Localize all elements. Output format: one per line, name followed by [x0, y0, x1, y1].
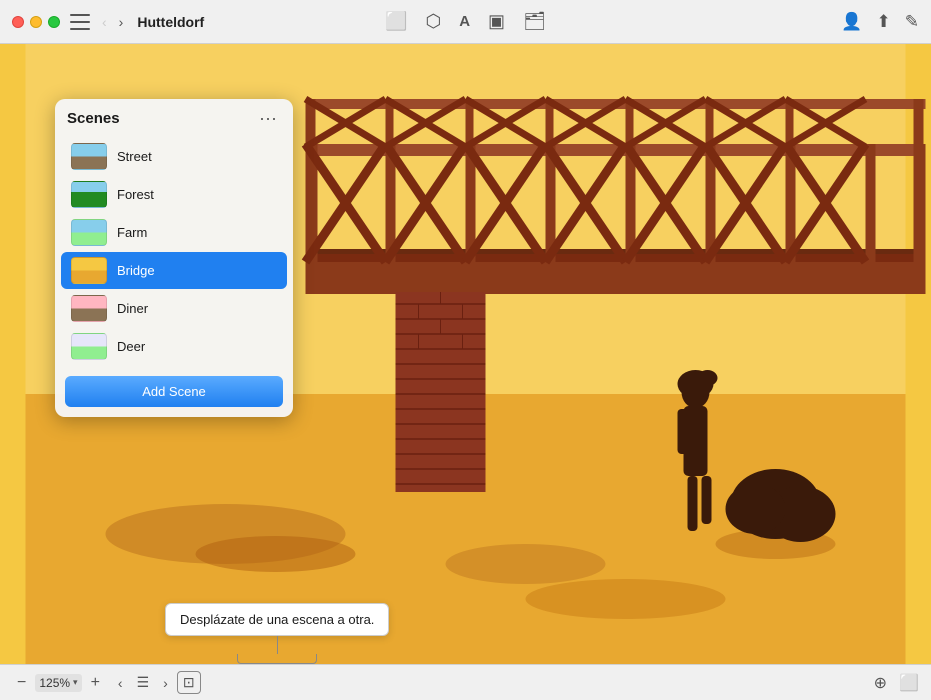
tooltip-container: Desplázate de una escena a otra.: [165, 603, 389, 664]
back-arrow-icon[interactable]: ‹: [98, 12, 111, 32]
nav-controls: ‹ ☰ › ⊡: [113, 671, 201, 694]
scene-item-farm[interactable]: Farm: [61, 214, 287, 251]
zoom-to-fit-icon[interactable]: ⊕: [874, 673, 887, 693]
scenes-header: Scenes ···: [55, 99, 293, 135]
toolbar-icons: ⬜ ⬡ A ▣ 🗂: [385, 11, 546, 32]
share-icon[interactable]: ⬆: [877, 12, 891, 32]
traffic-lights: [12, 16, 60, 28]
window-title: Hutteldorf: [137, 14, 204, 30]
zoom-in-button[interactable]: +: [86, 672, 105, 694]
next-scene-button[interactable]: ›: [158, 673, 173, 693]
minimize-button[interactable]: [30, 16, 42, 28]
toolbar-icon-2[interactable]: ⬡: [425, 11, 441, 32]
bottombar: − 125% ▾ + ‹ ☰ › ⊡ ⊕ ⬜: [0, 664, 931, 700]
list-view-button[interactable]: ☰: [132, 672, 155, 693]
scenes-more-button[interactable]: ···: [255, 109, 281, 127]
toolbar-icon-4[interactable]: ▣: [488, 11, 505, 32]
fullscreen-button[interactable]: [48, 16, 60, 28]
sidebar-toggle-button[interactable]: [70, 14, 90, 30]
tooltip-bracket: [237, 654, 317, 664]
scene-thumb-bridge: [71, 257, 107, 284]
zoom-controls: − 125% ▾ +: [12, 672, 105, 694]
scenes-title: Scenes: [67, 110, 120, 127]
scene-item-bridge[interactable]: Bridge: [61, 252, 287, 289]
scene-thumb-diner: [71, 295, 107, 322]
scene-thumb-farm: [71, 219, 107, 246]
zoom-value-display[interactable]: 125% ▾: [35, 674, 81, 692]
tooltip-text: Desplázate de una escena a otra.: [180, 612, 374, 627]
scene-thumb-deer: [71, 333, 107, 360]
scene-name-bridge: Bridge: [117, 263, 155, 278]
toolbar-icon-1[interactable]: ⬜: [385, 11, 407, 32]
add-scene-button[interactable]: Add Scene: [65, 376, 283, 407]
scene-name-deer: Deer: [117, 339, 145, 354]
canvas-area: Scenes ··· Street Forest Farm Bridge Diner De…: [0, 44, 931, 664]
view-mode-icon[interactable]: ⬜: [899, 673, 919, 693]
bottom-right-controls: ⊕ ⬜: [874, 673, 919, 693]
scene-item-forest[interactable]: Forest: [61, 176, 287, 213]
zoom-dropdown-arrow-icon: ▾: [73, 677, 78, 688]
tooltip-line: [277, 636, 278, 654]
zoom-out-button[interactable]: −: [12, 672, 31, 694]
tooltip-box: Desplázate de una escena a otra.: [165, 603, 389, 636]
account-icon[interactable]: 👤: [841, 12, 862, 32]
scenes-panel: Scenes ··· Street Forest Farm Bridge Diner De…: [55, 99, 293, 417]
scene-name-street: Street: [117, 149, 152, 164]
close-button[interactable]: [12, 16, 24, 28]
scene-name-farm: Farm: [117, 225, 147, 240]
forward-arrow-icon[interactable]: ›: [115, 12, 128, 32]
play-button[interactable]: ⊡: [177, 671, 201, 694]
scene-item-street[interactable]: Street: [61, 138, 287, 175]
scene-name-forest: Forest: [117, 187, 154, 202]
scenes-list: Street Forest Farm Bridge Diner Deer: [55, 135, 293, 368]
titlebar: ‹ › Hutteldorf ⬜ ⬡ A ▣ 🗂 👤 ⬆ ✎: [0, 0, 931, 44]
toolbar-icon-3[interactable]: A: [459, 13, 470, 30]
scene-thumb-forest: [71, 181, 107, 208]
toolbar-icon-5[interactable]: 🗂: [523, 11, 546, 32]
titlebar-right: 👤 ⬆ ✎: [841, 12, 919, 32]
scene-thumb-street: [71, 143, 107, 170]
edit-icon[interactable]: ✎: [905, 12, 919, 32]
prev-scene-button[interactable]: ‹: [113, 673, 128, 693]
scene-name-diner: Diner: [117, 301, 148, 316]
scene-item-deer[interactable]: Deer: [61, 328, 287, 365]
nav-arrows: ‹ ›: [98, 12, 127, 32]
scene-item-diner[interactable]: Diner: [61, 290, 287, 327]
